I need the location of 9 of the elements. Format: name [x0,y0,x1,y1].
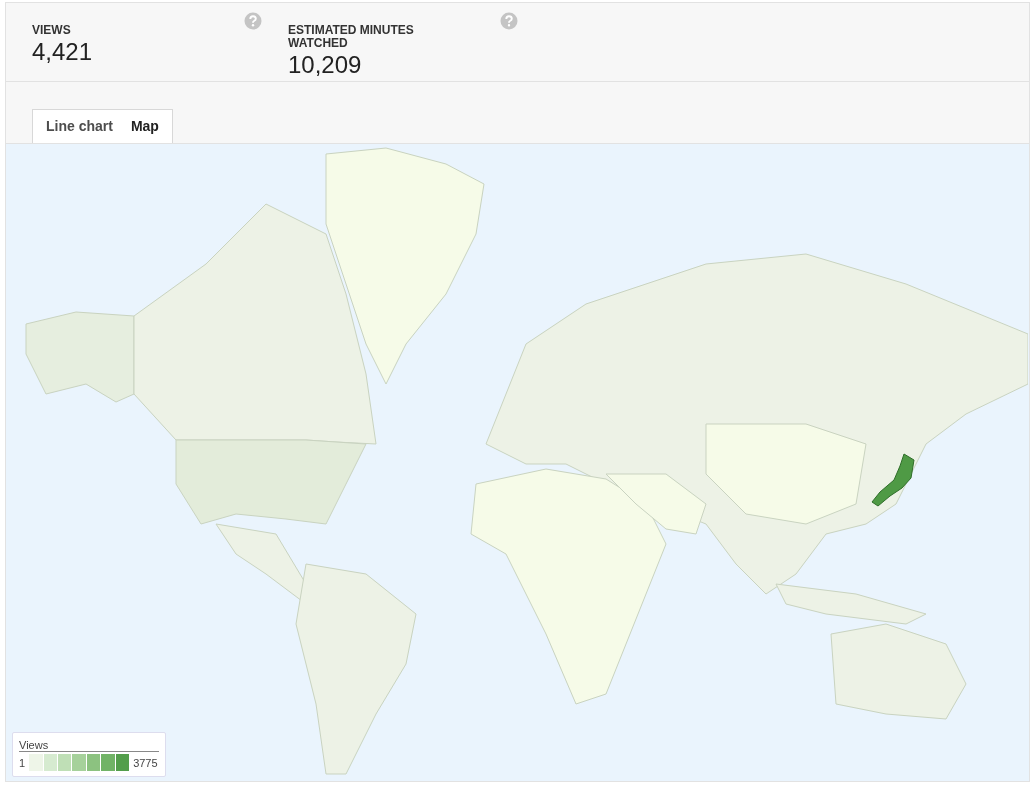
metric-value: 10,209 [288,51,363,79]
legend-max: 3775 [133,756,158,769]
metric-label: VIEWS [32,24,72,37]
help-icon[interactable] [500,12,518,30]
legend-min: 1 [19,756,26,769]
help-icon[interactable] [244,12,262,30]
metric-value: 4,421 [32,38,94,66]
metric-label: ESTIMATED MINUTES WATCHED [288,24,415,50]
legend-title: Views [19,739,159,752]
